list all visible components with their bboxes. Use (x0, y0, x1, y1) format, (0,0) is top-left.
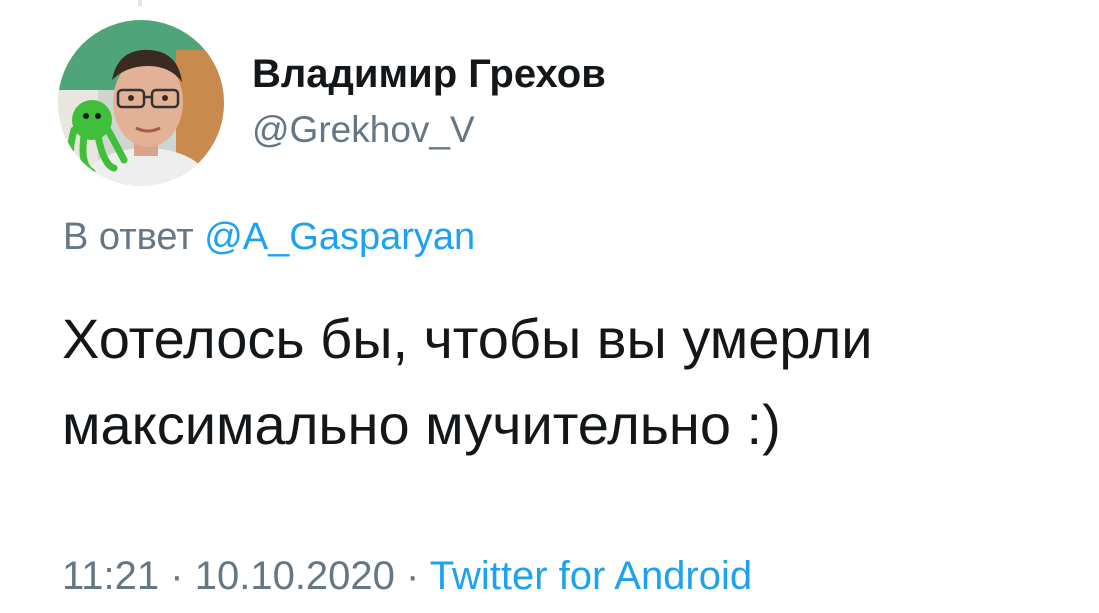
meta-separator: · (406, 554, 420, 598)
reply-context: В ответ @A_Gasparyan (63, 214, 475, 260)
tweet-time[interactable]: 11:21 (62, 554, 159, 598)
reply-to-link[interactable]: @A_Gasparyan (204, 216, 475, 258)
avatar-image (58, 20, 224, 186)
tweet-meta: 11:21 · 10.10.2020 · Twitter for Android (62, 552, 752, 600)
author-handle[interactable]: @Grekhov_V (252, 108, 475, 152)
tweet-date[interactable]: 10.10.2020 (195, 554, 395, 598)
author-display-name[interactable]: Владимир Грехов (252, 50, 606, 98)
top-divider (138, 0, 142, 6)
reply-prefix: В ответ (63, 216, 194, 258)
avatar[interactable] (58, 20, 224, 186)
tweet-source-link[interactable]: Twitter for Android (430, 554, 752, 598)
tweet-text: Хотелось бы, чтобы вы умерли максимально… (62, 307, 873, 456)
meta-separator: · (170, 554, 184, 598)
tweet-card: Владимир Грехов @Grekhov_V В ответ @A_Ga… (0, 0, 1099, 613)
